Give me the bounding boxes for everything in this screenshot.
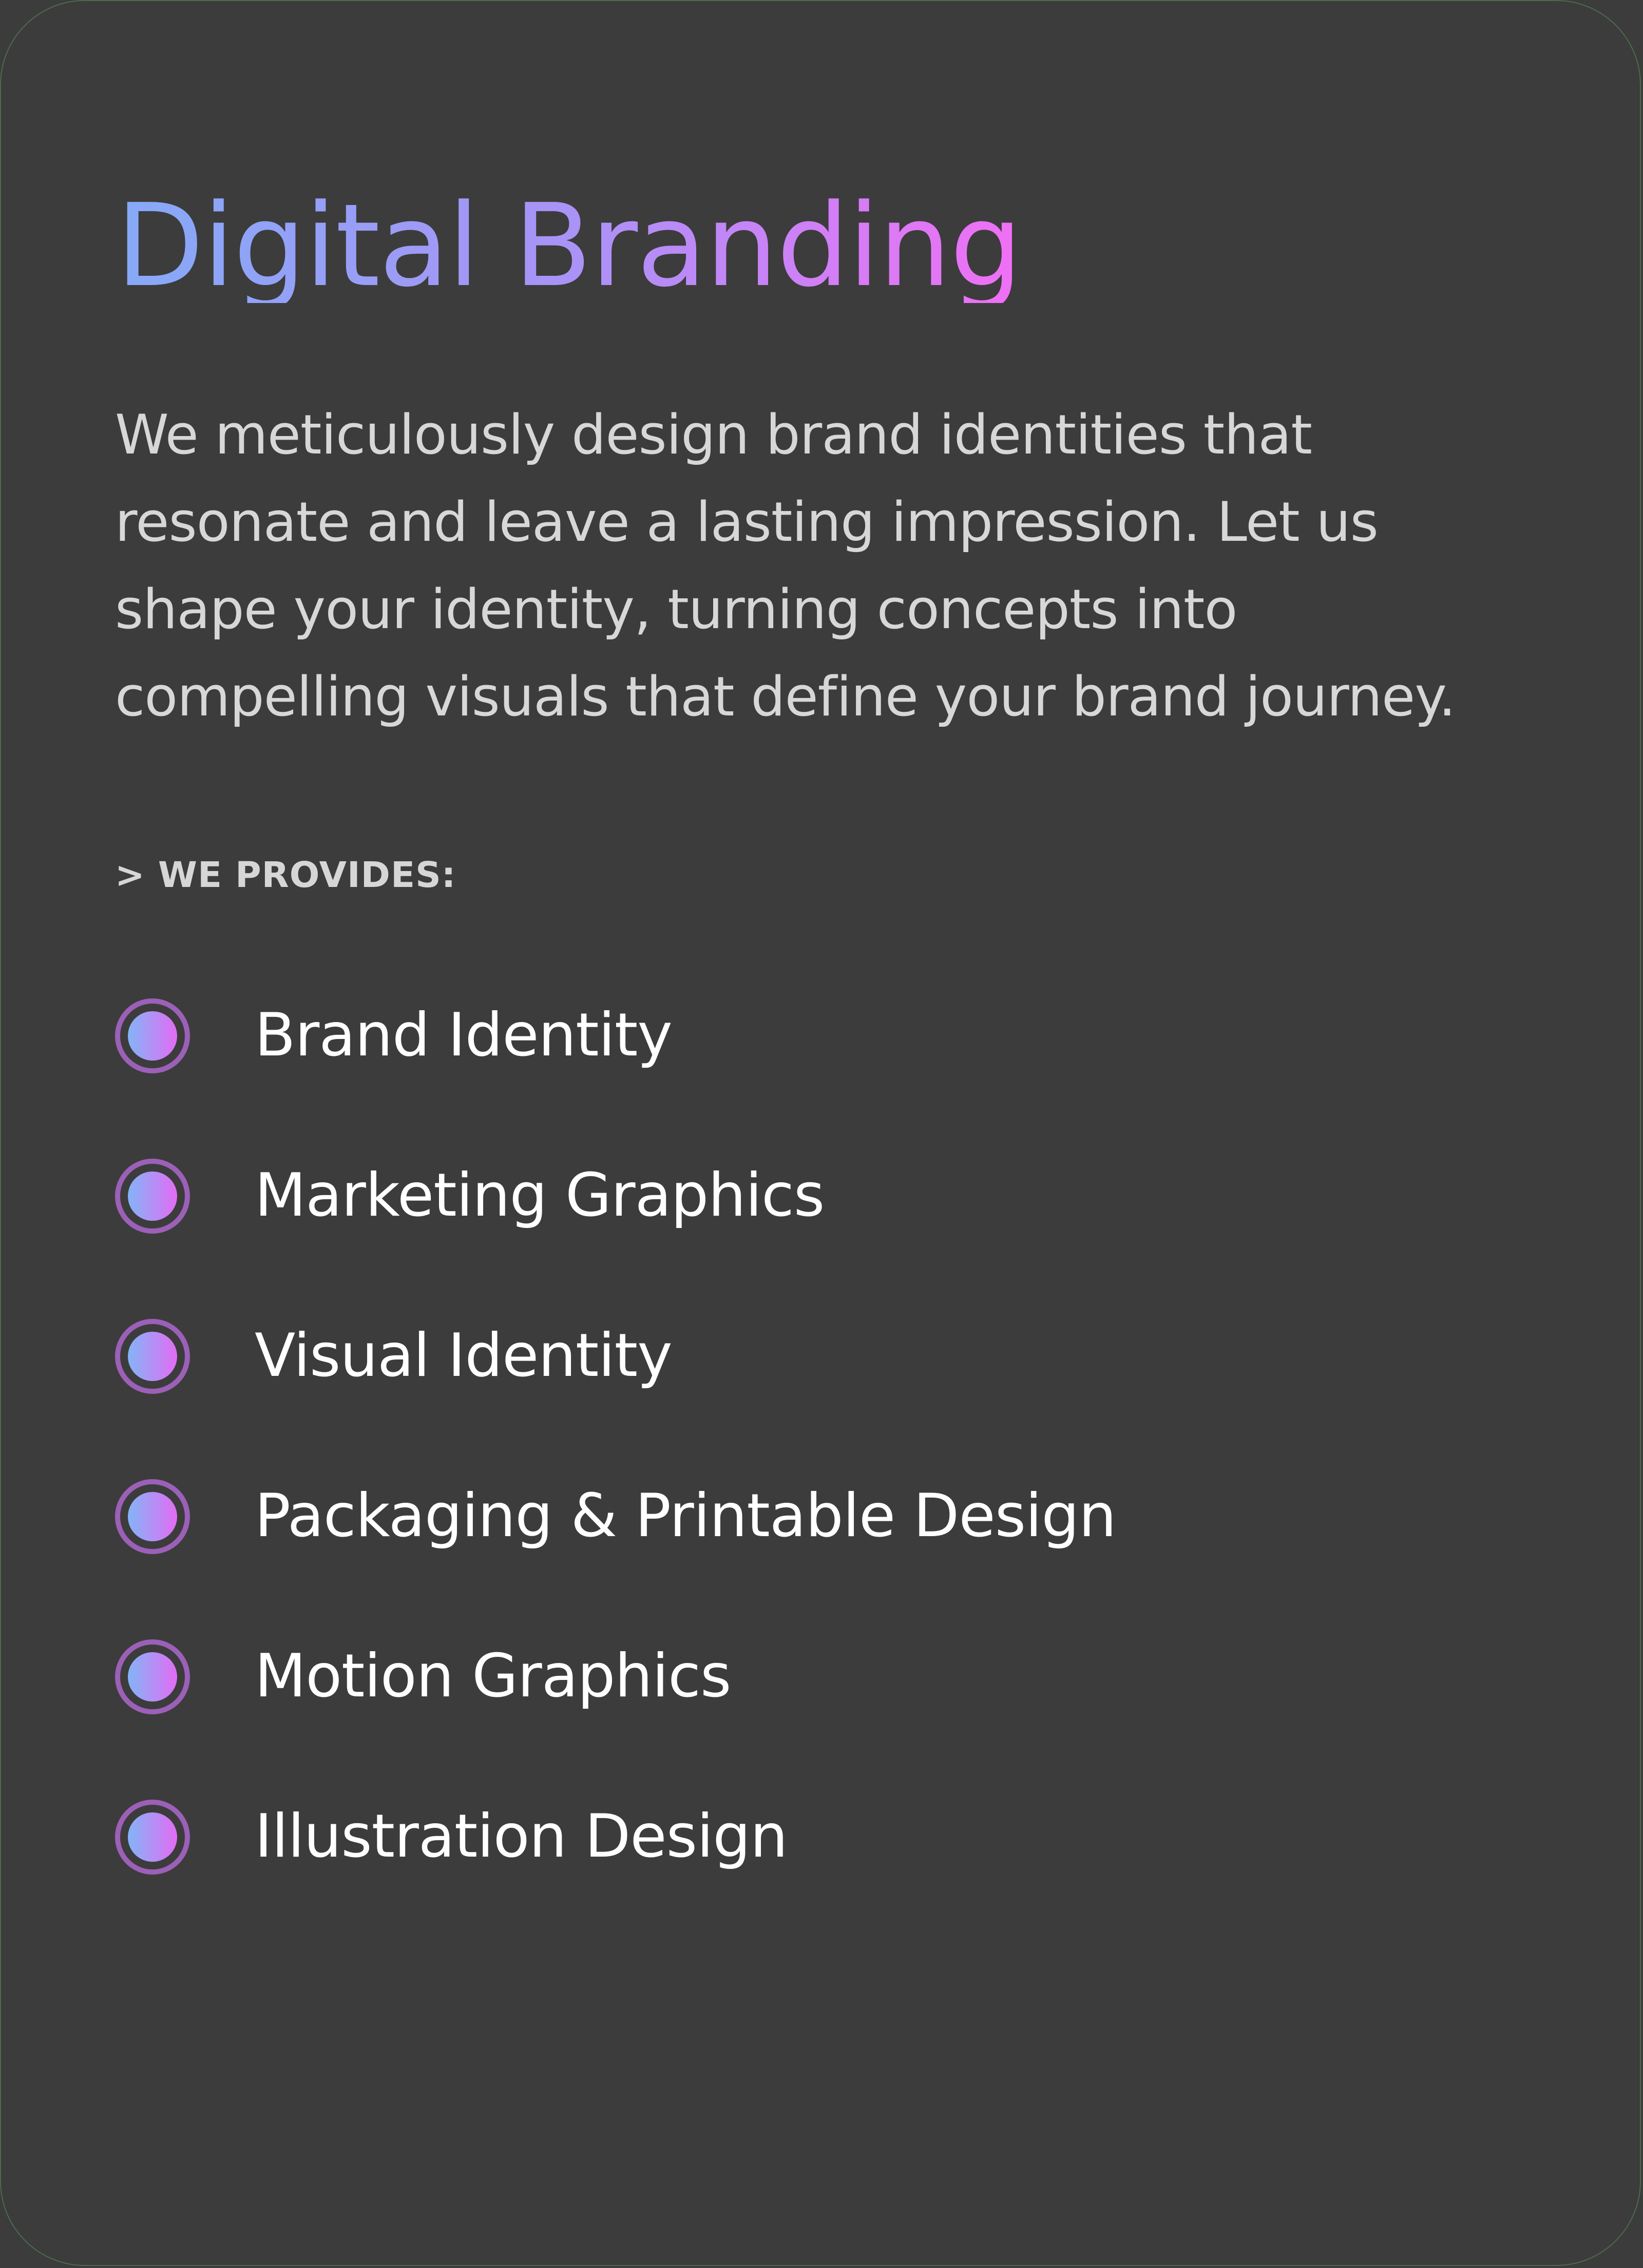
list-item: Marketing Graphics xyxy=(114,1158,1398,1318)
service-description: We meticulously design brand identities … xyxy=(115,403,1456,728)
digital-branding-card: Digital Branding We meticulously design … xyxy=(0,0,1641,2266)
list-item: Visual Identity xyxy=(114,1318,1398,1478)
list-item: Brand Identity xyxy=(114,997,1398,1158)
radio-bullet-icon xyxy=(114,1158,191,1235)
list-item: Packaging & Printable Design xyxy=(114,1478,1398,1638)
service-label: Illustration Design xyxy=(255,1802,788,1871)
radio-bullet-icon xyxy=(114,1799,191,1876)
service-label: Marketing Graphics xyxy=(255,1161,825,1230)
service-label: Packaging & Printable Design xyxy=(255,1481,1117,1551)
radio-bullet-icon xyxy=(114,1318,191,1395)
list-item: Illustration Design xyxy=(114,1799,1398,1959)
page-title: Digital Branding xyxy=(116,180,1022,312)
radio-bullet-icon xyxy=(114,1478,191,1555)
radio-bullet-icon xyxy=(114,1638,191,1715)
service-label: Brand Identity xyxy=(255,1000,673,1070)
radio-bullet-icon xyxy=(114,997,191,1074)
service-label: Visual Identity xyxy=(255,1321,673,1390)
services-heading: > WE PROVIDES: xyxy=(115,855,456,896)
services-list: Brand Identity Marketing Graphics Visual… xyxy=(114,997,1398,1959)
list-item: Motion Graphics xyxy=(114,1638,1398,1799)
service-label: Motion Graphics xyxy=(255,1641,731,1711)
